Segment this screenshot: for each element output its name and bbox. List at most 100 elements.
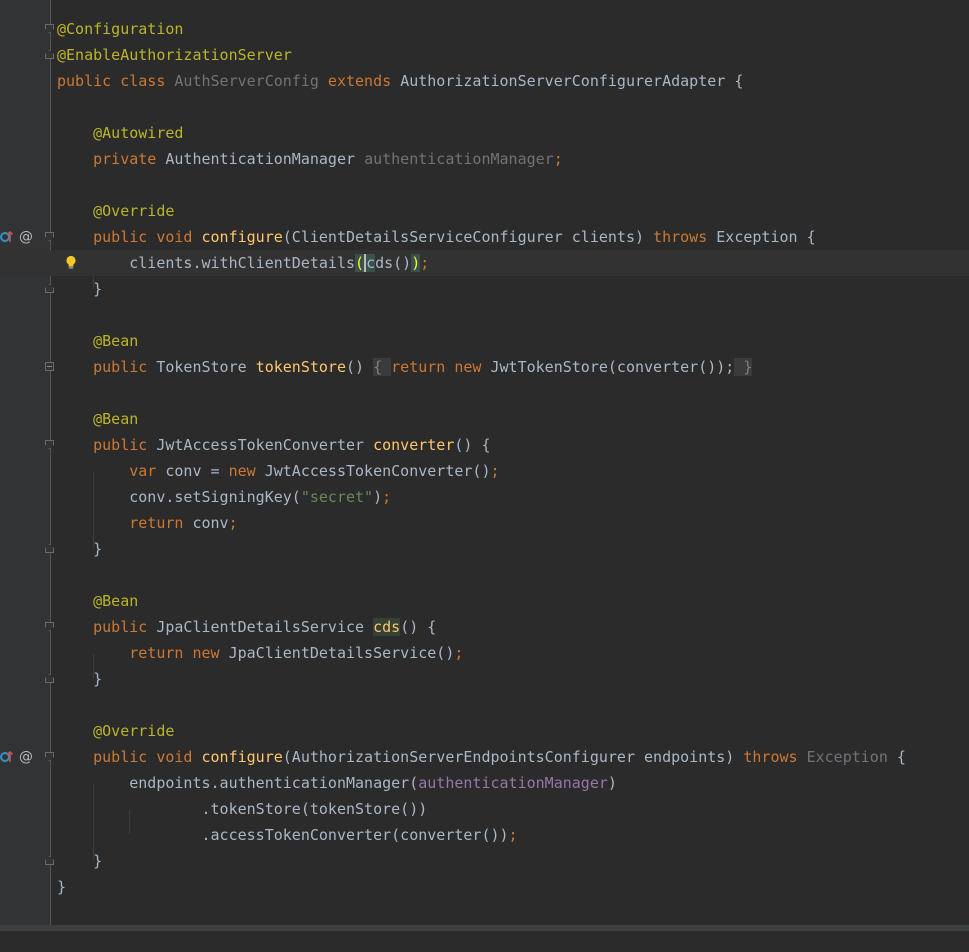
code-line[interactable]: } xyxy=(0,536,969,562)
chained-call: .tokenStore(tokenStore()) xyxy=(201,800,428,818)
type-name: TokenStore xyxy=(156,358,256,376)
at-icon[interactable]: @ xyxy=(19,224,33,250)
type-name: JpaClientDetailsService xyxy=(156,618,374,636)
code-line[interactable]: public class AuthServerConfig extends Au… xyxy=(0,68,969,94)
parameters: () { xyxy=(454,436,491,454)
method-call: ) xyxy=(607,774,617,792)
closing-brace: } xyxy=(93,280,103,298)
method-name: configure xyxy=(201,748,283,766)
semicolon: ; xyxy=(490,462,500,480)
code-line[interactable]: @ public void configure(AuthorizationSer… xyxy=(0,744,969,770)
method-call: ) xyxy=(373,488,383,506)
code-line[interactable]: return new JpaClientDetailsService(); xyxy=(0,640,969,666)
parameters: (ClientDetailsServiceConfigurer clients) xyxy=(282,228,654,246)
keyword: throws xyxy=(743,748,807,766)
expand-fold-toggle[interactable] xyxy=(45,362,54,371)
annotation: @Autowired xyxy=(93,124,184,142)
code-line[interactable]: } xyxy=(0,276,969,302)
fold-toggle[interactable] xyxy=(45,752,54,761)
constructor-call: JpaClientDetailsService() xyxy=(228,644,455,662)
fold-toggle[interactable] xyxy=(45,232,54,241)
code-line[interactable]: public TokenStore tokenStore() { return … xyxy=(0,354,969,380)
code-line-current[interactable]: clients.withClientDetails(cds()); xyxy=(0,250,969,276)
code-line[interactable]: @Bean xyxy=(0,406,969,432)
keyword: public void xyxy=(93,228,202,246)
code-line[interactable]: @Override xyxy=(0,198,969,224)
annotation: @Bean xyxy=(93,332,139,350)
code-line[interactable]: } xyxy=(0,874,969,900)
closing-brace: } xyxy=(93,540,103,558)
code-line[interactable]: @Bean xyxy=(0,588,969,614)
closing-brace: } xyxy=(93,670,103,688)
code-line[interactable]: @EnableAuthorizationServer xyxy=(0,42,969,68)
constructor-call: JwtAccessTokenConverter() xyxy=(264,462,491,480)
code-line[interactable]: endpoints.authenticationManager(authenti… xyxy=(0,770,969,796)
keyword: throws xyxy=(653,228,717,246)
annotation: @Bean xyxy=(93,592,139,610)
code-line[interactable]: @Configuration xyxy=(0,16,969,42)
code-line[interactable]: @ public void configure(ClientDetailsSer… xyxy=(0,224,969,250)
code-line[interactable]: return conv; xyxy=(0,510,969,536)
keyword: public class xyxy=(57,72,175,90)
matched-paren: ( xyxy=(355,254,365,272)
keyword: public xyxy=(93,358,157,376)
method-call: conv.setSigningKey( xyxy=(129,488,301,506)
override-implements-icon[interactable] xyxy=(0,750,13,763)
code-line[interactable]: @Autowired xyxy=(0,120,969,146)
annotation: @Bean xyxy=(93,410,139,428)
string-literal: "secret" xyxy=(300,488,374,506)
closing-brace: } xyxy=(93,852,103,870)
method-name-highlighted: cds xyxy=(373,618,401,636)
annotation: @EnableAuthorizationServer xyxy=(57,46,292,64)
keyword: return xyxy=(129,514,193,532)
method-call: clients.withClientDetails xyxy=(129,254,356,272)
keyword: new xyxy=(228,462,265,480)
code-line[interactable]: public JwtAccessTokenConverter converter… xyxy=(0,432,969,458)
closing-brace: } xyxy=(57,878,67,896)
method-name: tokenStore xyxy=(255,358,346,376)
override-implements-icon[interactable] xyxy=(0,230,13,243)
matched-paren: ) xyxy=(411,254,421,272)
keyword: var xyxy=(129,462,166,480)
code-editor[interactable]: @Configuration @EnableAuthorizationServe… xyxy=(0,0,969,931)
semicolon: ; xyxy=(420,254,430,272)
fold-toggle[interactable] xyxy=(45,544,54,553)
semicolon: ; xyxy=(553,150,563,168)
annotation: @Override xyxy=(93,722,175,740)
superclass: AuthorizationServerConfigurerAdapter { xyxy=(400,72,744,90)
code-line[interactable]: private AuthenticationManager authentica… xyxy=(0,146,969,172)
parameters: () { xyxy=(400,618,437,636)
keyword: public void xyxy=(93,748,202,766)
method-call: endpoints.authenticationManager( xyxy=(129,774,419,792)
folded-brace[interactable]: { xyxy=(373,358,392,376)
code-line[interactable]: var conv = new JwtAccessTokenConverter()… xyxy=(0,458,969,484)
folded-brace[interactable]: } xyxy=(734,358,753,376)
fold-toggle[interactable] xyxy=(45,674,54,683)
opening-brace: { xyxy=(887,748,906,766)
parameters: () xyxy=(346,358,374,376)
code-line[interactable]: } xyxy=(0,848,969,874)
code-line[interactable]: .tokenStore(tokenStore()) xyxy=(0,796,969,822)
fold-toggle[interactable] xyxy=(45,856,54,865)
method-name: configure xyxy=(201,228,283,246)
code-line[interactable]: @Bean xyxy=(0,328,969,354)
method-call: ds() xyxy=(375,254,412,272)
at-icon[interactable]: @ xyxy=(19,744,33,770)
parameters: (AuthorizationServerEndpointsConfigurer … xyxy=(282,748,744,766)
horizontal-scrollbar[interactable] xyxy=(0,925,969,931)
fold-toggle[interactable] xyxy=(45,50,54,59)
semicolon: ; xyxy=(454,644,464,662)
fold-toggle[interactable] xyxy=(45,284,54,293)
code-line[interactable]: public JpaClientDetailsService cds() { xyxy=(0,614,969,640)
code-line[interactable]: } xyxy=(0,666,969,692)
fold-toggle[interactable] xyxy=(45,440,54,449)
code-line[interactable]: @Override xyxy=(0,718,969,744)
text-caret[interactable]: c xyxy=(364,254,376,272)
code-line[interactable]: conv.setSigningKey("secret"); xyxy=(0,484,969,510)
method-name: converter xyxy=(373,436,455,454)
keyword: private xyxy=(93,150,166,168)
fold-toggle[interactable] xyxy=(45,24,54,33)
fold-toggle[interactable] xyxy=(45,622,54,631)
keyword: public xyxy=(93,618,157,636)
code-line[interactable]: .accessTokenConverter(converter()); xyxy=(0,822,969,848)
